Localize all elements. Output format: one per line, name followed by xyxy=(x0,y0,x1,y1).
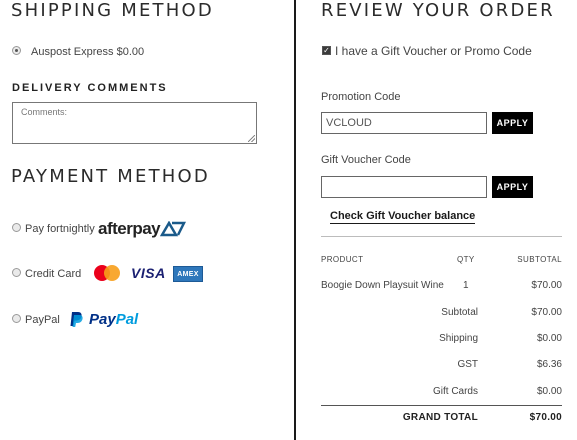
summary-gst-label: GST xyxy=(457,359,478,370)
summary-subtotal-label: Subtotal xyxy=(441,307,478,318)
column-divider xyxy=(294,0,296,440)
afterpay-arrows-icon xyxy=(160,221,187,237)
payment-credit-card-label: Credit Card xyxy=(25,268,82,280)
delivery-comments-title: DELIVERY COMMENTS xyxy=(12,82,168,94)
summary-gift-cards-label: Gift Cards xyxy=(432,386,478,397)
paypal-word-pal: Pal xyxy=(115,311,139,328)
table-divider-bottom xyxy=(321,405,562,406)
item-subtotal: $70.00 xyxy=(531,280,562,291)
promotion-code-label: Promotion Code xyxy=(321,91,401,103)
apply-promo-button[interactable]: APPLY xyxy=(492,112,533,134)
payment-credit-card-radio[interactable] xyxy=(12,268,21,277)
shipping-method-title: SHIPPING METHOD xyxy=(11,0,214,21)
table-divider-top xyxy=(321,236,562,237)
payment-paypal-radio[interactable] xyxy=(12,314,21,323)
paypal-word-pay: Pay xyxy=(89,311,116,328)
grand-total-value: $70.00 xyxy=(529,412,562,423)
gift-voucher-label: Gift Voucher Code xyxy=(321,154,411,166)
col-header-qty: QTY xyxy=(457,255,475,264)
summary-shipping-label: Shipping xyxy=(439,333,478,344)
comments-placeholder: Comments: xyxy=(21,107,68,117)
paypal-logo: PayPal xyxy=(69,311,138,328)
afterpay-wordmark: afterpay xyxy=(98,219,161,238)
summary-gst-value: $6.36 xyxy=(536,359,562,370)
shipping-option-radio[interactable] xyxy=(12,46,21,55)
apply-gift-button[interactable]: APPLY xyxy=(492,176,533,198)
summary-shipping-value: $0.00 xyxy=(536,333,562,344)
summary-subtotal-value: $70.00 xyxy=(531,307,562,318)
payment-method-title: PAYMENT METHOD xyxy=(11,166,210,187)
visa-icon: VISA xyxy=(131,265,166,281)
promotion-code-input[interactable]: VCLOUD xyxy=(321,112,487,134)
payment-afterpay-label: Pay fortnightly xyxy=(25,223,95,235)
review-order-title: REVIEW YOUR ORDER xyxy=(321,0,555,21)
amex-icon: AMEX xyxy=(173,266,203,282)
voucher-checkbox[interactable]: ✓ xyxy=(322,46,331,55)
item-product-name: Boogie Down Playsuit Wine xyxy=(321,280,444,291)
voucher-checkbox-label: I have a Gift Voucher or Promo Code xyxy=(335,44,532,58)
shipping-option-label: Auspost Express $0.00 xyxy=(31,46,145,58)
paypal-p-icon xyxy=(70,312,83,327)
col-header-product: PRODUCT xyxy=(321,255,364,264)
payment-paypal-label: PayPal xyxy=(25,314,60,326)
afterpay-logo: afterpay xyxy=(98,219,187,239)
col-header-subtotal: SUBTOTAL xyxy=(517,255,562,264)
mastercard-icon xyxy=(93,264,121,282)
check-gift-balance-link[interactable]: Check Gift Voucher balance xyxy=(330,210,476,224)
resize-handle-icon[interactable] xyxy=(248,135,255,142)
item-qty: 1 xyxy=(463,280,469,291)
gift-voucher-input[interactable] xyxy=(321,176,487,198)
grand-total-label: GRAND TOTAL xyxy=(402,412,478,423)
summary-gift-cards-value: $0.00 xyxy=(536,386,562,397)
delivery-comments-textarea[interactable]: Comments: xyxy=(12,102,257,144)
payment-afterpay-radio[interactable] xyxy=(12,223,21,232)
